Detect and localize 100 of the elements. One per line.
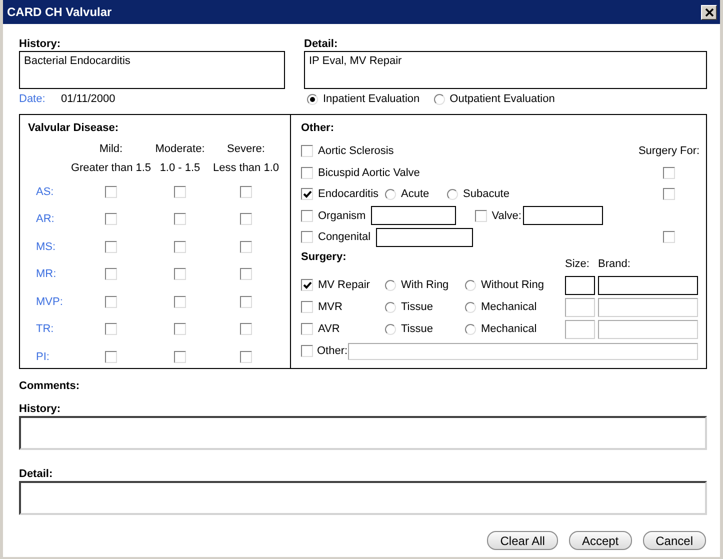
checkbox[interactable]	[301, 145, 313, 158]
option-label: With Ring	[401, 278, 449, 293]
radio-button[interactable]	[434, 94, 445, 104]
input-field[interactable]	[370, 206, 456, 226]
column-range: Less than 1.0	[212, 161, 280, 176]
section-title: Comments:	[19, 379, 81, 393]
checkbox[interactable]	[105, 350, 117, 363]
column-header: Moderate:	[154, 142, 206, 157]
radio-button[interactable]	[307, 94, 318, 104]
close-icon	[704, 8, 714, 16]
checkbox[interactable]	[240, 186, 252, 198]
input-field[interactable]	[376, 228, 473, 247]
checkbox[interactable]	[105, 240, 117, 253]
radio-button[interactable]	[385, 324, 396, 334]
text-area[interactable]: Bacterial Endocarditis	[19, 51, 285, 89]
radio-button[interactable]	[447, 188, 458, 200]
column-range: 1.0 - 1.5	[158, 161, 202, 176]
date-label: Date:	[19, 92, 46, 107]
radio-button[interactable]	[465, 302, 476, 312]
close-button[interactable]	[701, 4, 717, 20]
column-header: Severe:	[226, 142, 266, 157]
section-title: Other:	[301, 121, 335, 135]
checkbox-label: Other:	[317, 344, 348, 359]
checkbox-label: Endocarditis	[318, 187, 379, 202]
checkbox[interactable]	[301, 188, 313, 200]
field-label: Detail:	[304, 37, 339, 51]
checkbox[interactable]	[301, 345, 313, 357]
checkbox[interactable]	[663, 166, 675, 179]
checkbox[interactable]	[240, 213, 252, 226]
checkbox[interactable]	[105, 213, 117, 226]
checkbox[interactable]	[174, 213, 186, 226]
row-label: TR:	[36, 322, 54, 337]
option-label: Tissue	[401, 322, 433, 337]
row-label: MS:	[36, 240, 56, 254]
checkbox-label: MV Repair	[318, 278, 370, 293]
checkbox-label: MVR	[318, 300, 342, 315]
checkbox[interactable]	[240, 350, 252, 363]
field-label: History:	[19, 37, 62, 51]
text-area[interactable]: IP Eval, MV Repair	[304, 51, 707, 89]
checkbox[interactable]	[174, 350, 186, 363]
date-value: 01/11/2000	[61, 92, 116, 107]
checkbox[interactable]	[105, 186, 117, 198]
checkbox[interactable]	[105, 296, 117, 308]
option-label: Tissue	[401, 300, 433, 315]
section-title: Valvular Disease:	[28, 121, 120, 135]
checkbox-label: Congenital	[318, 230, 371, 245]
checkbox[interactable]	[301, 301, 313, 313]
option-label: Mechanical	[481, 322, 537, 337]
window-title: CARD CH Valvular	[7, 4, 112, 21]
option-label: Without Ring	[481, 278, 544, 293]
checkbox[interactable]	[301, 166, 313, 179]
checkbox[interactable]	[240, 323, 252, 336]
column-header: Surgery For:	[638, 144, 700, 159]
radio-button[interactable]	[465, 280, 476, 290]
text-area[interactable]	[19, 416, 707, 450]
checkbox[interactable]	[474, 210, 487, 222]
checkbox[interactable]	[663, 231, 675, 244]
checkbox-label: Organism	[318, 208, 366, 224]
column-range: Greater than 1.5	[70, 161, 152, 176]
radio-button[interactable]	[385, 280, 396, 290]
checkbox[interactable]	[105, 323, 117, 336]
section-title: Surgery:	[301, 250, 348, 264]
option-label: Outpatient Evaluation	[450, 92, 555, 107]
row-label: MR:	[36, 267, 56, 282]
checkbox[interactable]	[240, 268, 252, 280]
checkbox[interactable]	[301, 279, 313, 291]
option-label: Acute	[401, 187, 430, 202]
row-label: AS:	[36, 184, 54, 200]
input-field[interactable]	[598, 276, 698, 294]
dialog-button[interactable]: Accept	[568, 531, 632, 550]
column-header: Size:	[565, 256, 590, 272]
row-label: AR:	[36, 212, 54, 227]
radio-button[interactable]	[385, 188, 396, 200]
text-area[interactable]	[19, 481, 707, 515]
checkbox[interactable]	[174, 268, 186, 280]
checkbox[interactable]	[174, 323, 186, 336]
checkbox[interactable]	[301, 231, 313, 244]
checkbox[interactable]	[174, 240, 186, 253]
checkbox[interactable]	[174, 296, 186, 308]
checkbox-label: Aortic Sclerosis	[318, 144, 394, 159]
checkbox[interactable]	[301, 210, 313, 222]
checkbox-label: AVR	[318, 322, 340, 337]
checkbox-label: Bicuspid Aortic Valve	[318, 166, 420, 180]
checkbox[interactable]	[240, 296, 252, 308]
checkbox[interactable]	[240, 240, 252, 253]
row-label: MVP:	[36, 294, 63, 310]
checkbox[interactable]	[301, 323, 313, 335]
column-header: Brand:	[598, 256, 630, 272]
checkbox[interactable]	[105, 268, 117, 280]
radio-button[interactable]	[465, 324, 476, 334]
row-label: PI:	[36, 350, 50, 364]
dialog-button[interactable]: Clear All	[487, 531, 558, 550]
input-field[interactable]	[565, 276, 595, 294]
column-header: Mild:	[98, 142, 124, 157]
input-field[interactable]	[523, 206, 604, 226]
radio-button[interactable]	[385, 302, 396, 312]
checkbox[interactable]	[174, 186, 186, 198]
option-label: Inpatient Evaluation	[323, 92, 420, 107]
checkbox[interactable]	[663, 188, 675, 200]
dialog-button[interactable]: Cancel	[642, 531, 706, 550]
